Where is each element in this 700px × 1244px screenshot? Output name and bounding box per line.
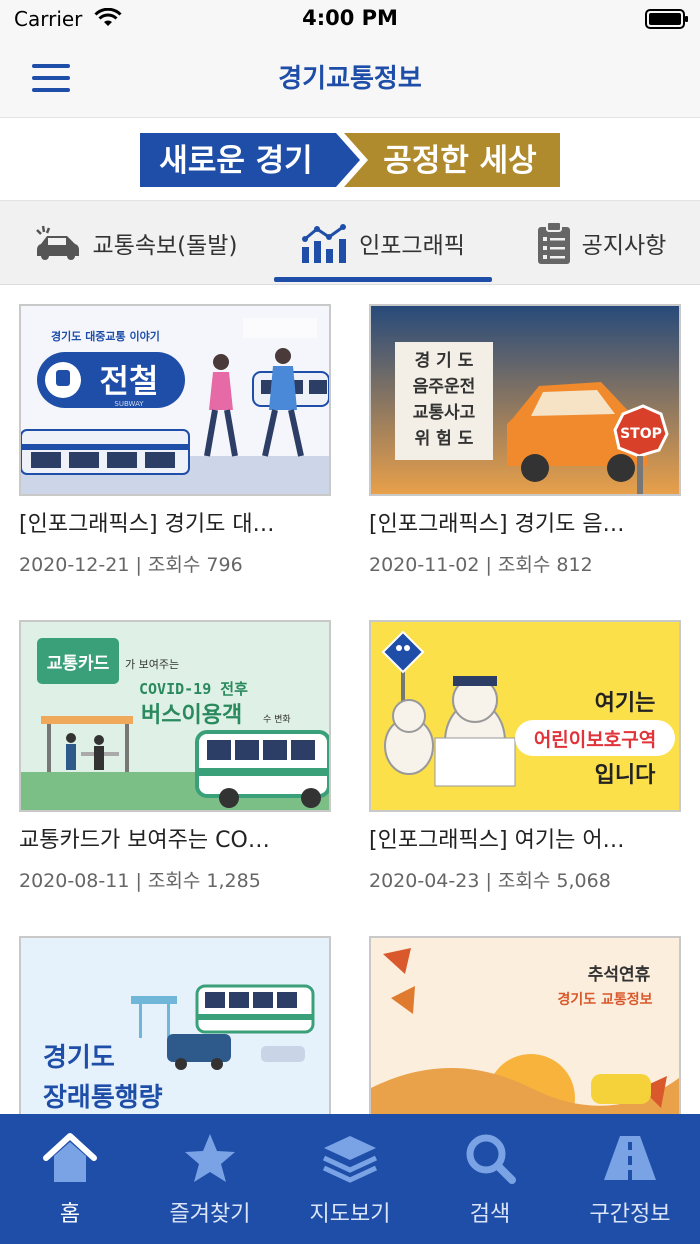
card-meta: 2020-12-21 | 조회수 796 <box>19 554 243 576</box>
thumb-line-1: 추석연휴 <box>588 964 651 985</box>
thumb-covid: COVID-19 전후 <box>139 680 248 698</box>
card-views: 5,068 <box>556 870 611 892</box>
road-icon <box>604 1136 656 1180</box>
card-thumbnail: 여기는 어린이보호구역 입니다 <box>369 620 681 812</box>
thumb-card: 교통카드 <box>47 654 110 674</box>
tab-label: 교통속보(돌발) <box>92 233 238 259</box>
tab-traffic-alerts[interactable]: 교통속보(돌발) <box>10 201 260 285</box>
bottom-tab-map[interactable]: 지도보기 <box>280 1114 420 1244</box>
card-title: [인포그래픽스] 경기도 음… <box>369 512 625 537</box>
search-icon <box>466 1134 516 1184</box>
card-date: 2020-08-11 <box>19 870 130 892</box>
selected-tab-indicator <box>274 277 492 282</box>
car-alert-icon <box>35 225 79 260</box>
thumb-line-3: 교통사고 <box>413 403 476 423</box>
infographic-card[interactable]: 경 기 도 음주운전 교통사고 위 험 도 STOP [인포그래픽스] 경기도 … <box>369 304 681 577</box>
battery-icon <box>645 9 688 29</box>
thumb-tail: 수 변화 <box>263 714 291 725</box>
segment-tabs: 교통속보(돌발) 인포그래픽 공지사항 <box>0 201 700 285</box>
card-meta: 2020-08-11 | 조회수 1,285 <box>19 870 261 892</box>
bottom-tab-home[interactable]: 홈 <box>0 1114 140 1244</box>
bottom-tab-label: 구간정보 <box>589 1202 671 1227</box>
bottom-tab-label: 지도보기 <box>309 1202 391 1227</box>
thumb-sign: STOP <box>620 426 662 442</box>
infographic-card[interactable]: 교통카드 가 보여주는 COVID-19 전후 버스이용객 수 변화 교통카드가… <box>19 620 331 893</box>
card-title: [인포그래픽스] 여기는 어… <box>369 828 625 853</box>
infographic-list[interactable]: 경기도 대중교통 이야기 전철 SUBWAY [인포그래픽스] 경기도 대… 2… <box>0 286 700 1116</box>
status-bar: Carrier 4:00 PM <box>0 0 700 38</box>
thumb-line-4: 위 험 도 <box>415 428 474 449</box>
thumb-line-2: 장래통행량 <box>43 1083 163 1113</box>
bottom-tab-label: 검색 <box>469 1202 511 1227</box>
infographic-card[interactable]: 경기도 대중교통 이야기 전철 SUBWAY [인포그래픽스] 경기도 대… 2… <box>19 304 331 577</box>
thumb-line-1: 경 기 도 <box>415 351 474 371</box>
card-thumbnail: 교통카드 가 보여주는 COVID-19 전후 버스이용객 수 변화 <box>19 620 331 812</box>
thumb-line-1: 여기는 <box>595 691 656 716</box>
card-views-label: 조회수 <box>497 870 551 892</box>
card-title: 교통카드가 보여주는 CO… <box>19 828 270 853</box>
tab-notices[interactable]: 공지사항 <box>506 201 696 285</box>
layers-icon <box>322 1136 378 1183</box>
bottom-tab-label: 홈 <box>59 1202 81 1227</box>
card-date: 2020-04-23 <box>369 870 480 892</box>
thumb-line-3: 입니다 <box>595 763 656 788</box>
navigation-bar: 경기교통정보 <box>0 38 700 118</box>
card-thumbnail: 추석연휴 경기도 교통정보 <box>369 936 681 1116</box>
card-meta: 2020-11-02 | 조회수 812 <box>369 554 593 576</box>
thumb-big: 버스이용객 <box>141 703 242 728</box>
slogan-banner: 새로운 경기 공정한 세상 <box>0 119 700 201</box>
card-thumbnail: 경기도 장래통행량 <box>19 936 331 1116</box>
card-views: 1,285 <box>206 870 261 892</box>
card-views-label: 조회수 <box>497 554 551 576</box>
banner-left-text: 새로운 경기 <box>159 143 312 179</box>
hamburger-menu-button[interactable] <box>26 58 76 98</box>
card-views-label: 조회수 <box>147 554 201 576</box>
thumb-small: 가 보여주는 <box>125 658 179 671</box>
thumb-line-2: 음주운전 <box>413 377 476 397</box>
tab-label: 인포그래픽 <box>359 233 465 259</box>
banner-right-text: 공정한 세상 <box>383 143 536 179</box>
card-title: [인포그래픽스] 경기도 대… <box>19 512 275 537</box>
card-views: 796 <box>206 554 243 576</box>
star-icon <box>185 1134 235 1182</box>
infographic-card[interactable]: 경기도 장래통행량 <box>19 936 331 1116</box>
status-time: 4:00 PM <box>302 6 398 30</box>
bottom-tab-section-info[interactable]: 구간정보 <box>560 1114 700 1244</box>
page-title: 경기교통정보 <box>278 64 422 94</box>
tab-infographic[interactable]: 인포그래픽 <box>270 201 496 285</box>
thumb-line-2: 어린이보호구역 <box>534 729 656 751</box>
bar-chart-icon <box>302 224 347 263</box>
tab-label: 공지사항 <box>581 233 667 259</box>
infographic-card[interactable]: 추석연휴 경기도 교통정보 <box>369 936 681 1116</box>
home-icon <box>43 1133 97 1182</box>
card-meta: 2020-04-23 | 조회수 5,068 <box>369 870 611 892</box>
card-date: 2020-12-21 <box>19 554 130 576</box>
card-views: 812 <box>556 554 593 576</box>
thumb-line-2: 경기도 교통정보 <box>557 991 652 1008</box>
clipboard-icon <box>537 221 570 264</box>
card-thumbnail: 경기도 대중교통 이야기 전철 SUBWAY <box>19 304 331 496</box>
thumb-word: 전철 <box>100 362 159 400</box>
thumb-caption: 경기도 대중교통 이야기 <box>51 329 160 343</box>
card-date: 2020-11-02 <box>369 554 480 576</box>
thumb-line-1: 경기도 <box>43 1043 115 1073</box>
slogan-banner-graphic: 새로운 경기 공정한 세상 <box>140 133 560 187</box>
infographic-card[interactable]: 여기는 어린이보호구역 입니다 [인포그래픽스] 여기는 어… 2020-04-… <box>369 620 681 893</box>
card-thumbnail: 경 기 도 음주운전 교통사고 위 험 도 STOP <box>369 304 681 496</box>
thumb-sub: SUBWAY <box>114 400 144 408</box>
bottom-tab-label: 즐겨찾기 <box>169 1202 251 1227</box>
card-views-label: 조회수 <box>147 870 201 892</box>
bottom-tab-search[interactable]: 검색 <box>420 1114 560 1244</box>
bottom-tab-favorites[interactable]: 즐겨찾기 <box>140 1114 280 1244</box>
bottom-tab-bar: 홈 즐겨찾기 지도보기 검색 구간정보 <box>0 1114 700 1244</box>
